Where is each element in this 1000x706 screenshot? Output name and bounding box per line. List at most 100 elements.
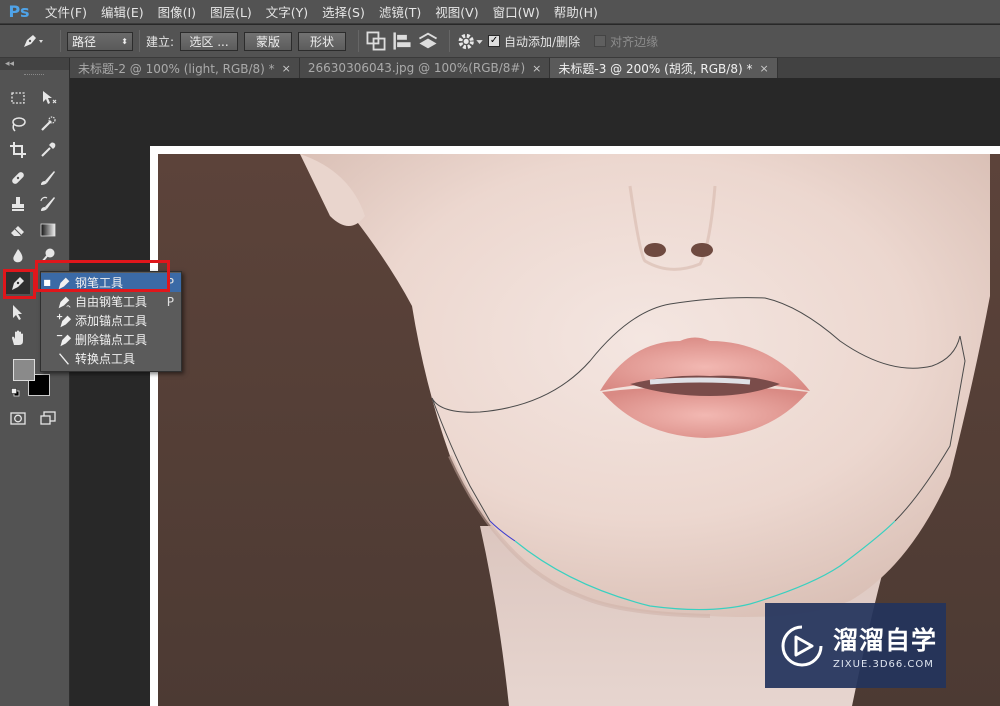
default-colors-icon[interactable] — [11, 386, 20, 397]
healing-brush-tool[interactable] — [6, 167, 30, 189]
menu-layer[interactable]: 图层(L) — [203, 2, 259, 21]
flyout-item-freeform-pen[interactable]: 自由钢笔工具 P — [41, 292, 181, 311]
freeform-pen-icon — [53, 293, 75, 311]
mask-button[interactable]: 蒙版 — [244, 31, 293, 51]
arrow-icon — [13, 305, 22, 320]
pen-icon[interactable] — [16, 30, 50, 52]
flyout-item-delete-anchor[interactable]: 删除锚点工具 — [41, 330, 181, 349]
shape-button[interactable]: 形状 — [298, 31, 347, 51]
eyedropper-icon — [41, 142, 56, 157]
separator — [60, 30, 61, 52]
tab-title: 未标题-3 @ 200% (胡须, RGB/8) * — [558, 61, 753, 76]
marquee-icon — [11, 92, 25, 104]
close-icon[interactable]: × — [282, 62, 291, 75]
flyout-item-convert-point[interactable]: 转换点工具 — [41, 349, 181, 368]
gear-icon[interactable] — [456, 30, 484, 52]
document-tabs: 未标题-2 @ 100% (light, RGB/8) * × 26630306… — [70, 58, 1000, 78]
auto-add-delete-label: 自动添加/删除 — [504, 34, 581, 49]
toolbox-grip — [24, 74, 44, 76]
drop-icon — [13, 249, 23, 263]
screen-mode-icon — [40, 411, 56, 425]
close-icon[interactable]: × — [532, 62, 541, 75]
screen-mode-tool[interactable] — [36, 407, 60, 429]
move-tool[interactable] — [36, 87, 60, 109]
menu-select[interactable]: 选择(S) — [315, 2, 372, 21]
crop-tool[interactable] — [6, 139, 30, 161]
tab-title: 未标题-2 @ 100% (light, RGB/8) * — [78, 61, 275, 76]
separator — [358, 30, 360, 52]
menu-edit[interactable]: 编辑(E) — [94, 2, 151, 21]
tab-title: 26630306043.jpg @ 100%(RGB/8#) — [307, 61, 526, 75]
document-tab[interactable]: 未标题-2 @ 100% (light, RGB/8) * × — [70, 58, 300, 78]
menu-window[interactable]: 窗口(W) — [486, 2, 547, 21]
bandage-icon — [12, 172, 24, 184]
history-brush-icon — [40, 196, 55, 211]
flyout-item-label: 自由钢笔工具 — [75, 295, 148, 309]
hand-tool[interactable] — [6, 327, 30, 349]
spinner-icon: ⬍ — [121, 36, 128, 46]
eyedropper-tool[interactable] — [36, 139, 60, 161]
clone-stamp-tool[interactable] — [6, 193, 30, 215]
marquee-tool[interactable] — [6, 87, 30, 109]
quick-mask-tool[interactable] — [6, 407, 30, 429]
watermark-title: 溜溜自学 — [833, 626, 938, 655]
flyout-pen-highlight — [35, 260, 170, 292]
toolbox: ◂◂ — [0, 58, 70, 706]
flyout-item-shortcut: P — [166, 294, 174, 309]
close-icon[interactable]: × — [759, 62, 768, 75]
lasso-tool[interactable] — [6, 113, 30, 135]
menu-view[interactable]: 视图(V) — [428, 2, 485, 21]
blur-tool[interactable] — [6, 245, 30, 267]
mode-select[interactable]: 路径 ⬍ — [67, 31, 133, 51]
auto-add-delete-checkbox[interactable]: ✓ — [488, 35, 501, 47]
eraser-icon — [11, 226, 24, 236]
brush-tool[interactable] — [36, 167, 60, 189]
gradient-tool[interactable] — [36, 219, 60, 241]
brush-icon — [41, 171, 55, 185]
flyout-item-label: 删除锚点工具 — [75, 333, 148, 347]
flyout-item-label: 添加锚点工具 — [75, 314, 148, 328]
add-anchor-icon — [53, 312, 75, 330]
crop-icon — [10, 142, 26, 158]
selection-button[interactable]: 选区 ... — [180, 31, 239, 51]
delete-anchor-icon — [53, 331, 75, 349]
quick-selection-tool[interactable] — [36, 113, 60, 135]
separator — [449, 30, 451, 52]
document-tab[interactable]: 26630306043.jpg @ 100%(RGB/8#) × — [299, 58, 551, 78]
path-selection-tool[interactable] — [6, 301, 30, 323]
align-edges-label: 对齐边缘 — [610, 34, 659, 49]
menu-bar: Ps 文件(F) 编辑(E) 图像(I) 图层(L) 文字(Y) 选择(S) 滤… — [0, 0, 1000, 24]
mode-value: 路径 — [72, 34, 97, 49]
photoshop-logo: Ps — [8, 2, 30, 21]
gradient-icon — [40, 223, 56, 237]
document-tab-active[interactable]: 未标题-3 @ 200% (胡须, RGB/8) * × — [550, 58, 778, 78]
separator — [139, 30, 140, 52]
flyout-item-add-anchor[interactable]: 添加锚点工具 — [41, 311, 181, 330]
flyout-item-label: 转换点工具 — [75, 352, 136, 366]
eraser-tool[interactable] — [6, 219, 30, 241]
path-alignment-icon[interactable] — [391, 30, 413, 52]
menu-help[interactable]: 帮助(H) — [547, 2, 605, 21]
menu-image[interactable]: 图像(I) — [151, 2, 203, 21]
path-arrangement-icon[interactable] — [417, 30, 439, 52]
toolbox-collapse[interactable]: ◂◂ — [0, 58, 69, 70]
lasso-icon — [12, 117, 26, 132]
quick-mask-icon — [10, 412, 26, 425]
convert-point-icon — [53, 350, 75, 368]
menu-filter[interactable]: 滤镜(T) — [372, 2, 428, 21]
menu-file[interactable]: 文件(F) — [38, 2, 94, 21]
path-operations-icon[interactable] — [365, 30, 387, 52]
foreground-color-swatch[interactable] — [13, 359, 35, 381]
watermark: 溜溜自学 ZIXUE.3D66.COM — [765, 603, 946, 688]
menu-type[interactable]: 文字(Y) — [259, 2, 315, 21]
pen-tool-highlight — [3, 269, 36, 299]
hand-icon — [12, 330, 23, 345]
move-icon — [43, 91, 57, 104]
build-label: 建立: — [146, 34, 175, 49]
watermark-url: ZIXUE.3D66.COM — [833, 659, 934, 670]
stamp-icon — [12, 197, 24, 211]
align-edges-checkbox[interactable] — [594, 35, 607, 47]
options-bar: 路径 ⬍ 建立: 选区 ... 蒙版 形状 ✓ 自动添加/删除 对齐边缘 — [0, 25, 1000, 58]
history-brush-tool[interactable] — [36, 193, 60, 215]
play-logo-icon — [781, 625, 823, 666]
